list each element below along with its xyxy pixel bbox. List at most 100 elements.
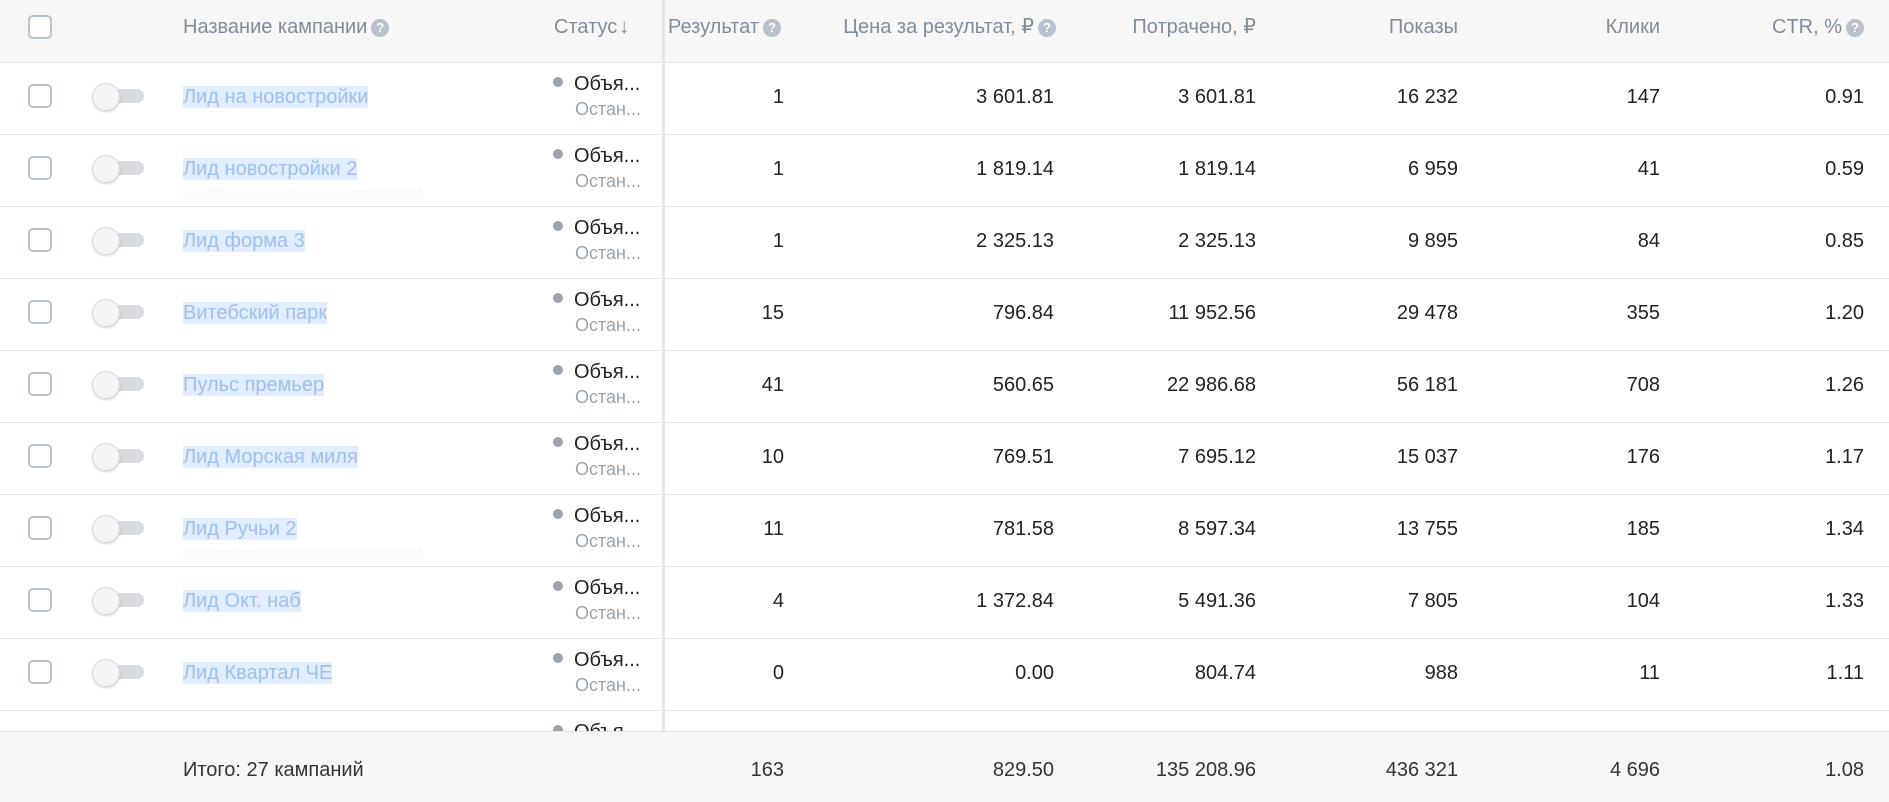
status-cell: Объя... Остан...: [553, 431, 663, 481]
column-header-name[interactable]: Название кампании?: [183, 0, 390, 63]
status-text: Объя...: [574, 145, 641, 167]
column-divider[interactable]: [662, 0, 665, 731]
status-dot-icon: [553, 149, 563, 159]
total-cost-per-result: 829.50: [992, 759, 1054, 781]
clicks-cell: 708: [1626, 374, 1660, 396]
campaign-name-link[interactable]: Лид форма 3: [183, 207, 305, 279]
row-checkbox[interactable]: [28, 228, 52, 252]
status-subtext: Остан...: [575, 387, 641, 407]
campaign-name-link[interactable]: Лид Окт. наб: [183, 567, 301, 639]
status-subtext: Остан...: [575, 243, 641, 263]
campaign-toggle[interactable]: [92, 515, 146, 543]
help-icon[interactable]: ?: [762, 19, 781, 37]
impressions-cell: 56 181: [1396, 374, 1458, 396]
status-text: Объя...: [574, 577, 641, 599]
spent-cell: 11 952.56: [1168, 302, 1257, 324]
campaign-name: Лид Окт. наб: [183, 590, 301, 612]
cost-per-result-cell: 3 601.81: [976, 86, 1054, 108]
help-icon[interactable]: ?: [1038, 19, 1056, 37]
campaign-name: Витебский парк: [183, 302, 328, 324]
status-cell: Объя... Остан...: [553, 503, 663, 553]
status-dot-icon: [553, 581, 563, 591]
row-checkbox[interactable]: [28, 84, 52, 108]
column-header-name-label: Название кампании: [183, 16, 368, 38]
select-all-checkbox[interactable]: [28, 15, 52, 39]
status-text: Объя...: [574, 649, 641, 671]
row-checkbox[interactable]: [28, 444, 52, 468]
campaign-toggle[interactable]: [92, 299, 146, 327]
clicks-cell: 84: [1637, 230, 1660, 252]
status-text: Объя...: [574, 721, 640, 731]
result-cell: 1: [772, 158, 784, 180]
campaign-toggle[interactable]: [92, 83, 146, 111]
toggle-knob: [92, 659, 120, 687]
spent-cell: 8 597.34: [1178, 518, 1256, 540]
campaign-toggle[interactable]: [92, 587, 146, 615]
campaign-toggle[interactable]: [92, 443, 146, 471]
column-header-clicks[interactable]: Клики: [1462, 0, 1660, 63]
row-checkbox[interactable]: [28, 516, 52, 540]
toggle-knob: [92, 371, 120, 399]
total-label: Итого: 27 кампаний: [183, 759, 364, 781]
toggle-knob: [92, 83, 120, 111]
row-checkbox[interactable]: [28, 588, 52, 612]
table-body: Лид на новостройки Объя... Остан... 1 3 …: [0, 63, 1889, 731]
column-header-ctr[interactable]: CTR, %?: [1664, 0, 1864, 63]
clicks-cell: 147: [1626, 86, 1660, 108]
campaign-toggle[interactable]: [92, 659, 146, 687]
row-checkbox[interactable]: [28, 660, 52, 684]
column-header-status-label: Статус: [554, 16, 618, 38]
table-row: Витебский парк Объя... Остан... 15 796.8…: [0, 279, 1889, 351]
campaigns-table: Название кампании? Статус ↓ Результат? Це…: [0, 0, 1889, 802]
status-dot-icon: [553, 437, 563, 447]
campaign-toggle[interactable]: [92, 155, 146, 183]
toggle-knob: [92, 515, 120, 543]
campaign-name-link[interactable]: Лид на новостройки: [183, 63, 369, 135]
cost-per-result-cell: 781.58: [992, 518, 1054, 540]
column-header-status[interactable]: Статус ↓: [554, 0, 629, 63]
total-clicks: 4 696: [1609, 759, 1660, 781]
impressions-cell: 15 037: [1396, 446, 1458, 468]
cost-per-result-cell: 796.84: [992, 302, 1054, 324]
status-text: Объя...: [574, 433, 641, 455]
campaign-toggle[interactable]: [92, 227, 146, 255]
blur-overlay: [183, 549, 423, 559]
table-row: Лид Окт. наб Объя... Остан... 4 1 372.84…: [0, 567, 1889, 639]
status-text: Объя...: [574, 289, 641, 311]
campaign-name-link[interactable]: Лид Квартал ЧЕ: [183, 639, 333, 711]
impressions-cell: 7 805: [1407, 590, 1458, 612]
total-impressions: 436 321: [1385, 759, 1458, 781]
column-header-cost-per-result[interactable]: Цена за результат, ₽?: [780, 0, 1056, 63]
help-icon[interactable]: ?: [371, 19, 390, 37]
column-header-spent[interactable]: Потрачено, ₽: [1060, 0, 1256, 63]
column-header-impressions[interactable]: Показы: [1260, 0, 1458, 63]
help-icon[interactable]: ?: [1846, 19, 1864, 37]
impressions-cell: 16 232: [1396, 86, 1458, 108]
clicks-cell: 41: [1637, 158, 1660, 180]
clicks-cell: 104: [1626, 590, 1660, 612]
cost-per-result-cell: 1 819.14: [976, 158, 1054, 180]
table-row: Лид Морская миля Объя... Остан... 10 769…: [0, 423, 1889, 495]
ctr-cell: 0.91: [1825, 86, 1864, 108]
campaign-name-link[interactable]: Лид Морская миля: [183, 423, 358, 495]
table-row: Лид Квартал ЧЕ Объя... Остан... 0 0.00 8…: [0, 639, 1889, 711]
column-header-clicks-label: Клики: [1605, 16, 1660, 38]
campaign-name: Лид Ручьи 2: [183, 518, 297, 540]
row-checkbox[interactable]: [28, 156, 52, 180]
campaign-name: Пульс премьер: [183, 374, 325, 396]
campaign-name: Лид на новостройки: [183, 86, 369, 108]
result-cell: 0: [772, 662, 784, 684]
row-checkbox[interactable]: [28, 372, 52, 396]
ctr-cell: 1.26: [1825, 374, 1864, 396]
campaign-toggle[interactable]: [92, 371, 146, 399]
column-header-result[interactable]: Результат?: [668, 0, 781, 63]
campaign-name-link[interactable]: Пульс премьер: [183, 351, 325, 423]
status-cell: Объя... Остан...: [553, 287, 663, 337]
status-dot-icon: [553, 653, 563, 663]
ctr-cell: 1.34: [1825, 518, 1864, 540]
campaign-name-link[interactable]: Витебский парк: [183, 279, 328, 351]
row-checkbox[interactable]: [28, 300, 52, 324]
spent-cell: 7 695.12: [1178, 446, 1256, 468]
status-dot-icon: [553, 77, 563, 87]
column-header-impressions-label: Показы: [1388, 16, 1458, 38]
